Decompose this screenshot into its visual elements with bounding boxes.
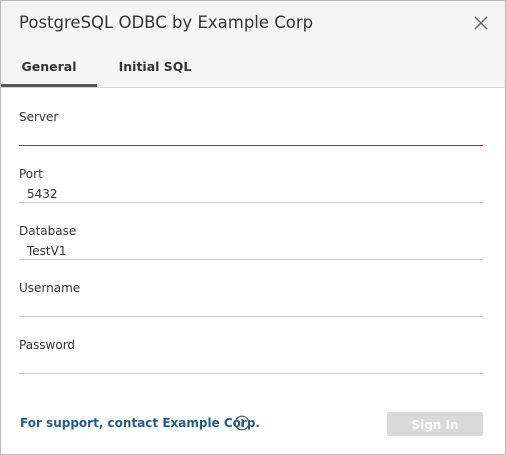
tab-general[interactable]: General [1,59,97,87]
port-label: Port [19,167,43,181]
connection-dialog: PostgreSQL ODBC by Example Corp General … [0,0,506,455]
database-input[interactable] [19,243,483,260]
dialog-header: PostgreSQL ODBC by Example Corp General … [1,1,505,88]
dialog-title: PostgreSQL ODBC by Example Corp [19,13,314,32]
username-input[interactable] [19,300,483,317]
database-label: Database [19,224,77,238]
server-field-group: Server [19,109,483,146]
sign-in-button[interactable]: Sign In [387,412,483,436]
database-field-group: Database [19,223,483,260]
info-icon[interactable] [234,415,250,431]
support-link[interactable]: For support, contact Example Corp. [20,416,260,430]
close-icon[interactable] [473,15,489,31]
server-label: Server [19,110,59,124]
password-input[interactable] [19,357,483,374]
username-label: Username [19,281,81,295]
password-field-group: Password [19,337,483,374]
port-field-group: Port [19,166,483,203]
port-input[interactable] [19,186,483,203]
password-label: Password [19,338,76,352]
server-input[interactable] [19,129,483,146]
username-field-group: Username [19,280,483,317]
tab-initial-sql[interactable]: Initial SQL [97,59,213,87]
